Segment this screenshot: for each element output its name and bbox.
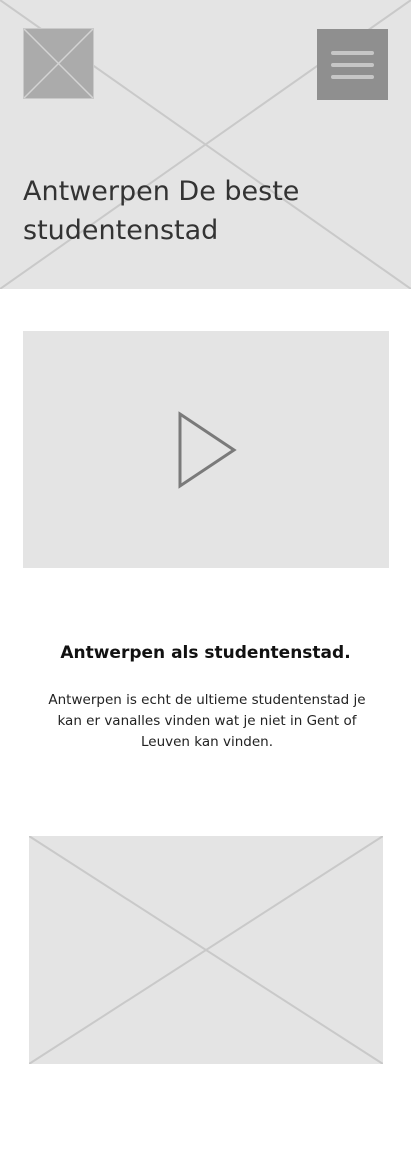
video-player[interactable] [23, 331, 389, 568]
hero-banner: Antwerpen De beste studentenstad [0, 0, 411, 289]
menu-bar-middle [331, 63, 374, 67]
section-heading: Antwerpen als studentenstad. [60, 643, 351, 663]
menu-bar-bottom [331, 75, 374, 79]
image-placeholder-icon [24, 29, 93, 98]
image-placeholder-icon [29, 836, 383, 1064]
section-body-text: Antwerpen is echt de ultieme studentenst… [48, 692, 366, 750]
play-icon[interactable] [177, 411, 237, 491]
content-image [29, 836, 383, 1064]
hamburger-menu-icon[interactable] [317, 29, 388, 100]
logo[interactable] [23, 28, 94, 99]
menu-bar-top [331, 51, 374, 55]
page-title: Antwerpen De beste studentenstad [23, 176, 300, 246]
